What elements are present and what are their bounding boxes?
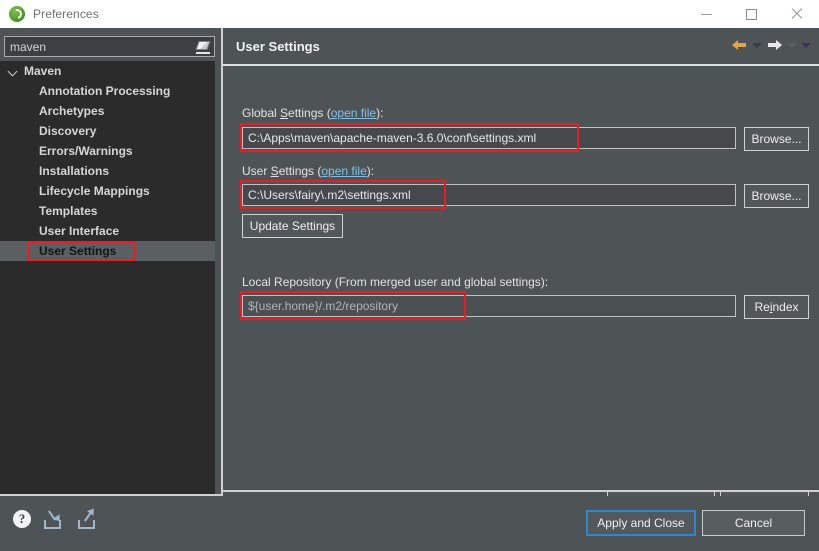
user-settings-browse-button[interactable]: Browse... [744,184,809,208]
footer-separator [223,490,819,492]
maximize-button[interactable] [729,0,774,28]
window-controls [684,0,819,28]
user-settings-label-prefix: User [242,164,271,178]
browse-label: Browse... [751,189,802,203]
sidebar-item-label: User Interface [39,224,120,238]
chevron-down-icon[interactable] [8,65,20,77]
sidebar-item-label: Errors/Warnings [39,144,133,158]
sidebar-item-maven[interactable]: Maven [0,61,215,81]
chevron-down-icon-overflow[interactable] [801,42,811,48]
import-icon[interactable] [42,510,64,529]
sidebar-item-label: Discovery [39,124,97,138]
sidebar-item-templates[interactable]: Templates [0,201,215,221]
sidebar-item-user-interface[interactable]: User Interface [0,221,215,241]
local-repository-input: ${user.home}/.m2/repository [242,295,736,317]
preferences-window: Preferences maven Maven Annotation Proce… [0,0,819,551]
title-bar: Preferences [0,0,819,28]
global-settings-label-suffix: ): [376,106,384,120]
minimize-icon [701,13,712,15]
settings-panel: User Settings Global Settings (open file… [223,28,819,514]
preferences-tree[interactable]: Maven Annotation Processing Archetypes D… [0,61,215,494]
eclipse-green-icon [9,6,25,22]
user-settings-label-suffix: ): [366,164,375,178]
export-icon[interactable] [76,506,98,529]
reindex-label-prefix: Re [754,300,770,314]
local-repository-input-value: ${user.home}/.m2/repository [248,299,399,313]
user-settings-input-value: C:\Users\fairy\.m2\settings.xml [248,188,411,202]
window-title: Preferences [33,7,99,21]
user-settings-input[interactable]: C:\Users\fairy\.m2\settings.xml [242,184,736,206]
sidebar-item-lifecycle-mappings[interactable]: Lifecycle Mappings [0,181,215,201]
sidebar-item-label: Lifecycle Mappings [39,184,150,198]
apply-and-close-label: Apply and Close [597,516,685,530]
close-icon [791,8,803,20]
sidebar-item-discovery[interactable]: Discovery [0,121,215,141]
reindex-label-rest: ndex [772,300,799,314]
close-button[interactable] [774,0,819,28]
global-settings-browse-button[interactable]: Browse... [744,127,809,151]
sidebar-item-user-settings[interactable]: User Settings [0,241,215,261]
user-settings-label: User Settings (open file): [242,164,374,178]
update-settings-button[interactable]: Update Settings [242,214,343,238]
browse-label: Browse... [751,132,802,146]
search-input[interactable]: maven [4,36,215,57]
sidebar-item-label: Installations [39,164,110,178]
search-input-value: maven [10,39,47,54]
panel-header: User Settings [223,28,819,64]
global-settings-input-value: C:\Apps\maven\apache-maven-3.6.0\conf\se… [248,131,537,145]
cancel-button[interactable]: Cancel [702,510,805,536]
global-settings-label-mnemonic: S [280,106,289,120]
sidebar-item-annotation-processing[interactable]: Annotation Processing [0,81,215,101]
chevron-down-icon-back[interactable] [752,42,762,48]
arrow-right-icon[interactable] [766,37,783,53]
maximize-icon [746,8,757,20]
question-mark-icon[interactable]: ? [13,510,31,528]
sidebar-item-installations[interactable]: Installations [0,161,215,181]
cancel-label: Cancel [734,516,773,530]
sidebar-item-label: Templates [39,204,98,218]
arrow-left-icon[interactable] [731,37,748,53]
chevron-down-icon-forward[interactable] [787,42,797,48]
apply-and-close-button[interactable]: Apply and Close [586,510,696,536]
update-settings-label: Update Settings [249,219,336,233]
dialog-footer: ? 云栖社区 yq.aliyun.com Apply and Close Can… [0,496,819,551]
global-settings-label-rest: ettings ( [288,106,331,120]
global-settings-label-prefix: Global [242,106,281,120]
local-repository-label: Local Repository (From merged user and g… [242,275,549,289]
user-settings-label-rest: ettings ( [278,164,322,178]
sidebar-item-archetypes[interactable]: Archetypes [0,101,215,121]
eraser-icon[interactable] [194,37,213,56]
page-title: User Settings [236,38,320,54]
settings-form: Global Settings (open file): C:\Apps\mav… [223,66,819,514]
global-settings-input[interactable]: C:\Apps\maven\apache-maven-3.6.0\conf\se… [242,127,736,149]
sidebar-item-label: Archetypes [39,104,105,118]
sidebar-item-label: Annotation Processing [39,84,171,98]
user-settings-open-file-link[interactable]: open file [321,164,366,178]
sidebar-item-label: User Settings [39,244,117,258]
sidebar-item-errors-warnings[interactable]: Errors/Warnings [0,141,215,161]
sidebar-item-label: Maven [24,64,62,78]
global-settings-open-file-link[interactable]: open file [331,106,376,120]
user-settings-label-mnemonic: S [270,164,279,178]
reindex-button[interactable]: Re i ndex [744,295,809,319]
minimize-button[interactable] [684,0,729,28]
global-settings-label: Global Settings (open file): [242,106,383,120]
panel-nav [731,37,811,53]
